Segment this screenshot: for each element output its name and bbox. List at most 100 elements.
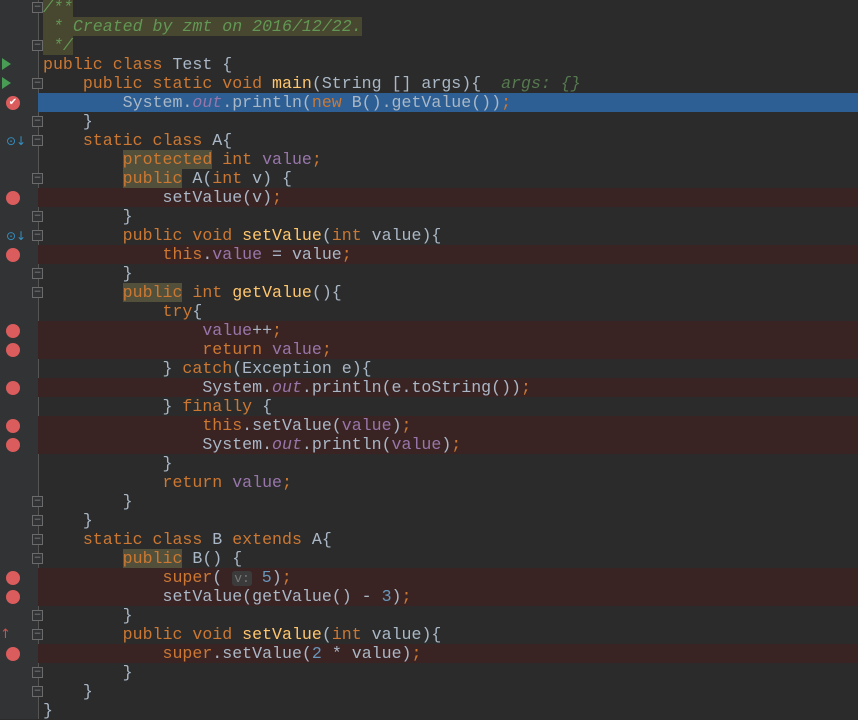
- code-line[interactable]: − public int getValue(){: [0, 283, 858, 302]
- code-token: public static void: [43, 74, 273, 93]
- fold-end-icon[interactable]: −: [32, 268, 43, 279]
- code-token: * value): [321, 644, 412, 663]
- implemented-method-icon[interactable]: ⊙↓: [6, 134, 26, 148]
- code-token: int: [331, 625, 372, 644]
- code-line[interactable]: setValue(getValue() - 3);: [0, 587, 858, 606]
- breakpoint-icon[interactable]: [6, 571, 20, 585]
- code-line[interactable]: − public static void main(String [] args…: [0, 74, 858, 93]
- code-line[interactable]: } finally {: [0, 397, 858, 416]
- implemented-method-icon[interactable]: ⊙↓: [6, 229, 26, 243]
- breakpoint-icon[interactable]: [6, 248, 20, 262]
- fold-end-icon[interactable]: −: [32, 211, 43, 222]
- fold-start-icon[interactable]: −: [32, 78, 43, 89]
- code-line[interactable]: * Created by zmt on 2016/12/22.: [0, 17, 858, 36]
- fold-end-icon[interactable]: −: [32, 610, 43, 621]
- breakpoint-hit-icon[interactable]: ✔: [6, 96, 20, 110]
- fold-end-icon[interactable]: −: [32, 116, 43, 127]
- code-token: int: [182, 283, 233, 302]
- code-line[interactable]: } catch(Exception e){: [0, 359, 858, 378]
- code-token: A(: [182, 169, 213, 188]
- code-line[interactable]: ⊙↓ − public void setValue(int value){: [0, 226, 858, 245]
- fold-start-icon[interactable]: −: [32, 534, 43, 545]
- fold-start-icon[interactable]: −: [32, 287, 43, 298]
- breakpoint-icon[interactable]: [6, 438, 20, 452]
- code-line[interactable]: − public B() {: [0, 549, 858, 568]
- code-line[interactable]: − }: [0, 663, 858, 682]
- code-text: }: [43, 112, 93, 131]
- code-editor[interactable]: −/** * Created by zmt on 2016/12/22. − */…: [0, 0, 858, 720]
- fold-start-icon[interactable]: −: [32, 2, 43, 13]
- code-line[interactable]: ⊙↓ − static class A{: [0, 131, 858, 150]
- code-token: ;: [282, 473, 292, 492]
- fold-start-icon[interactable]: −: [32, 135, 43, 146]
- code-line[interactable]: protected int value;: [0, 150, 858, 169]
- code-line[interactable]: − }: [0, 492, 858, 511]
- code-text: static class B extends A{: [43, 530, 332, 549]
- breakpoint-icon[interactable]: [6, 381, 20, 395]
- code-line[interactable]: }: [0, 701, 858, 720]
- code-token: (: [321, 625, 332, 644]
- code-token: /**: [43, 0, 73, 17]
- code-line[interactable]: ↑ − public void setValue(int value){: [0, 625, 858, 644]
- breakpoint-icon[interactable]: [6, 191, 20, 205]
- code-token: catch: [182, 359, 233, 378]
- code-token: static class: [43, 131, 213, 150]
- code-line[interactable]: super.setValue(2 * value);: [0, 644, 858, 663]
- line-highlight: [38, 492, 858, 511]
- code-token: public void: [43, 625, 243, 644]
- fold-end-icon[interactable]: −: [32, 515, 43, 526]
- code-text: }: [43, 701, 53, 720]
- code-line[interactable]: return value;: [0, 340, 858, 359]
- code-line[interactable]: − */: [0, 36, 858, 55]
- fold-start-icon[interactable]: −: [32, 553, 43, 564]
- fold-end-icon[interactable]: −: [32, 40, 43, 51]
- code-token: super: [43, 568, 213, 587]
- code-token: super: [43, 644, 213, 663]
- fold-end-icon[interactable]: −: [32, 686, 43, 697]
- code-token: public: [122, 549, 183, 568]
- fold-start-icon[interactable]: −: [32, 173, 43, 184]
- code-line[interactable]: return value;: [0, 473, 858, 492]
- code-line[interactable]: − }: [0, 682, 858, 701]
- breakpoint-icon[interactable]: [6, 343, 20, 357]
- code-line[interactable]: − }: [0, 511, 858, 530]
- breakpoint-icon[interactable]: [6, 419, 20, 433]
- code-line[interactable]: − }: [0, 606, 858, 625]
- run-icon[interactable]: [2, 58, 11, 70]
- breakpoint-icon[interactable]: [6, 590, 20, 604]
- code-line[interactable]: −/**: [0, 0, 858, 17]
- fold-end-icon[interactable]: −: [32, 667, 43, 678]
- breakpoint-icon[interactable]: [6, 647, 20, 661]
- code-line[interactable]: − static class B extends A{: [0, 530, 858, 549]
- code-line[interactable]: this.value = value;: [0, 245, 858, 264]
- code-line[interactable]: super( v: 5);: [0, 568, 858, 587]
- code-token: (){: [311, 283, 342, 302]
- code-line[interactable]: }: [0, 454, 858, 473]
- code-line[interactable]: setValue(v);: [0, 188, 858, 207]
- current-execution-line[interactable]: ✔ System.out.println(new B().getValue())…: [0, 93, 858, 112]
- code-line[interactable]: this.setValue(value);: [0, 416, 858, 435]
- code-line[interactable]: System.out.println(e.toString());: [0, 378, 858, 397]
- code-token: value: [232, 473, 282, 492]
- code-line[interactable]: public class Test {: [0, 55, 858, 74]
- run-icon[interactable]: [2, 77, 11, 89]
- breakpoint-icon[interactable]: [6, 324, 20, 338]
- code-line[interactable]: System.out.println(value);: [0, 435, 858, 454]
- code-line[interactable]: − public A(int v) {: [0, 169, 858, 188]
- code-token: .println(: [301, 435, 392, 454]
- code-token: public: [122, 283, 183, 302]
- code-line[interactable]: try{: [0, 302, 858, 321]
- code-line[interactable]: − }: [0, 207, 858, 226]
- fold-end-icon[interactable]: −: [32, 496, 43, 507]
- code-token: */: [43, 36, 73, 55]
- code-line[interactable]: − }: [0, 112, 858, 131]
- code-token: System.: [43, 378, 273, 397]
- fold-start-icon[interactable]: −: [32, 230, 43, 241]
- code-line[interactable]: value++;: [0, 321, 858, 340]
- code-line[interactable]: − }: [0, 264, 858, 283]
- code-token: public class: [43, 55, 173, 74]
- fold-start-icon[interactable]: −: [32, 629, 43, 640]
- code-token: }: [43, 663, 133, 682]
- overriding-method-icon[interactable]: ↑: [0, 628, 14, 642]
